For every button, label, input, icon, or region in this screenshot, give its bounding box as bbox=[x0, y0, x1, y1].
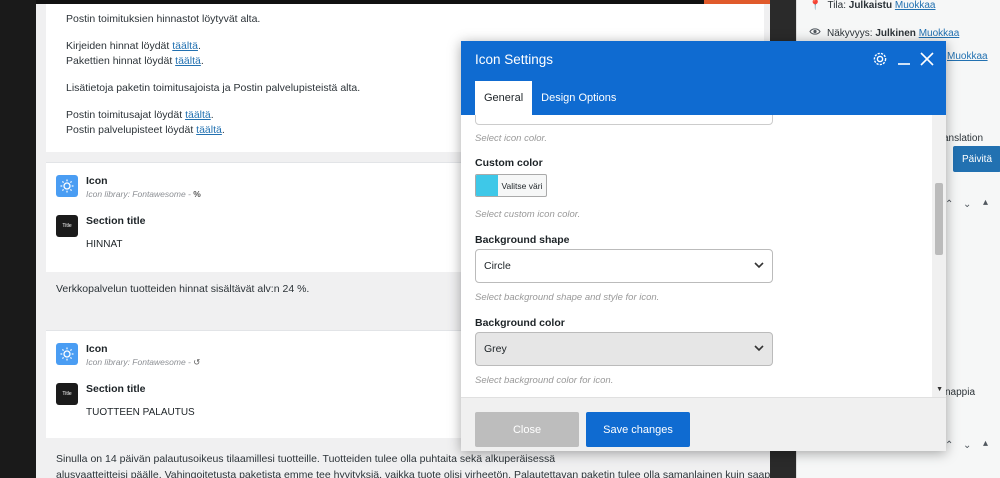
title-icon: Title bbox=[56, 383, 78, 405]
visibility-line: Näkyvyys: Julkinen Muokkaa bbox=[809, 27, 959, 39]
pin-icon: 📍 bbox=[809, 0, 822, 11]
module-subtitle: Icon library: Fontawesome - ↺ bbox=[86, 357, 200, 368]
edit-link[interactable]: Muokkaa bbox=[947, 51, 988, 62]
module-subtitle: Icon library: Fontawesome - % bbox=[86, 189, 201, 199]
module-value: HINNAT bbox=[86, 239, 123, 250]
text: Postin palvelupisteet löydät bbox=[66, 124, 197, 136]
close-button[interactable]: Close bbox=[475, 412, 579, 447]
tab-general[interactable]: General bbox=[475, 81, 533, 115]
triangle-icon[interactable]: ▴ bbox=[983, 438, 988, 449]
module-title: Section title bbox=[86, 215, 146, 227]
icon-module[interactable]: Icon Icon library: Fontawesome - % bbox=[56, 175, 201, 199]
visibility-edit-link[interactable]: Muokkaa bbox=[919, 28, 960, 39]
chevron-down-icon bbox=[754, 260, 764, 272]
text-block: Postin toimituksien hinnastot löytyvät a… bbox=[66, 12, 360, 150]
chevron-down-icon[interactable]: ⌄ bbox=[963, 199, 971, 210]
icon-settings-modal: Icon Settings General Design Options Sel… bbox=[461, 41, 946, 451]
hint-bg-color: Select background color for icon. bbox=[475, 375, 614, 386]
bg-shape-select[interactable]: Circle bbox=[475, 249, 773, 283]
icon-color-select[interactable] bbox=[475, 115, 773, 125]
modal-controls bbox=[872, 51, 934, 67]
sun-icon bbox=[56, 343, 78, 365]
paragraph: Kirjeiden hinnat löydät täältä. Pakettie… bbox=[66, 40, 204, 67]
module-value: TUOTTEEN PALAUTUS bbox=[86, 407, 195, 418]
hint-icon-color: Select icon color. bbox=[475, 133, 547, 144]
minimize-icon[interactable] bbox=[897, 52, 911, 66]
paragraph: Postin toimitusajat löydät täältä. Posti… bbox=[66, 109, 225, 136]
scrollbar-thumb[interactable] bbox=[935, 183, 943, 255]
text: Kirjeiden hinnat löydät bbox=[66, 40, 173, 52]
module-subtitle-text: Icon library: Fontawesome - bbox=[86, 357, 194, 367]
return-line: Sinulla on 14 päivän palautusoikeus tila… bbox=[56, 451, 766, 467]
third-line: Muokkaa bbox=[947, 51, 988, 62]
bg-shape-label: Background shape bbox=[475, 234, 570, 246]
triangle-icon[interactable]: ▴ bbox=[983, 197, 988, 208]
bg-color-label: Background color bbox=[475, 317, 565, 329]
undo-icon: ↺ bbox=[193, 357, 201, 367]
modal-body: Select icon color. Custom color Valitse … bbox=[461, 115, 946, 397]
status-label: Tila: bbox=[827, 0, 849, 11]
gear-icon[interactable] bbox=[872, 51, 888, 67]
chevron-down-icon bbox=[754, 343, 764, 355]
modal-header: Icon Settings General Design Options bbox=[461, 41, 946, 115]
paragraph: Lisätietoja paketin toimitusajoista ja P… bbox=[66, 82, 361, 94]
save-changes-button[interactable]: Save changes bbox=[586, 412, 690, 447]
parcels-price-link[interactable]: täältä bbox=[175, 55, 201, 67]
text: Postin toimitusajat löydät bbox=[66, 109, 186, 121]
module-title: Icon bbox=[86, 175, 108, 187]
chevron-up-icon[interactable]: ⌃ bbox=[945, 440, 953, 451]
visibility-label: Näkyvyys: bbox=[827, 27, 876, 39]
visibility-value: Julkinen bbox=[875, 27, 916, 39]
bg-shape-value: Circle bbox=[484, 260, 511, 272]
chevron-up-icon[interactable]: ⌃ bbox=[945, 199, 953, 210]
section-title-module[interactable]: Title Section title TUOTTEEN PALAUTUS bbox=[56, 383, 195, 418]
status-edit-link[interactable]: Muokkaa bbox=[895, 0, 936, 11]
bg-color-select[interactable]: Grey bbox=[475, 332, 773, 366]
return-line-text-hidden: kuperäisessä bbox=[493, 453, 556, 465]
return-text: Sinulla on 14 päivän palautusoikeus tila… bbox=[56, 451, 770, 478]
modal-footer: Close Save changes bbox=[461, 397, 946, 451]
module-title: Section title bbox=[86, 383, 146, 395]
tab-design-options[interactable]: Design Options bbox=[532, 81, 625, 115]
color-picker-label: Valitse väri bbox=[501, 180, 543, 191]
delivery-link[interactable]: täältä bbox=[185, 109, 211, 121]
bg-color-value: Grey bbox=[484, 343, 507, 355]
status-line: 📍 Tila: Julkaistu Muokkaa bbox=[809, 0, 935, 11]
eye-icon bbox=[809, 27, 821, 39]
module-title: Icon bbox=[86, 343, 108, 355]
close-icon[interactable] bbox=[920, 52, 934, 66]
percent-icon: % bbox=[193, 189, 201, 199]
section-title-module[interactable]: Title Section title HINNAT bbox=[56, 215, 146, 250]
chevron-down-icon[interactable]: ⌄ bbox=[963, 440, 971, 451]
hint-bg-shape: Select background shape and style for ic… bbox=[475, 292, 660, 303]
update-button[interactable]: Päivitä bbox=[953, 146, 1000, 172]
nappia-text: nappia bbox=[945, 387, 976, 398]
return-line: alusvaatteitteisi päälle. Vahingoitetust… bbox=[56, 469, 770, 478]
scroll-down-icon[interactable]: ▼ bbox=[936, 386, 943, 393]
modal-scrollbar[interactable]: ▼ bbox=[932, 115, 946, 397]
status-value: Julkaistu bbox=[848, 0, 893, 11]
vat-text: Verkkopalvelun tuotteiden hinnat sisältä… bbox=[56, 283, 310, 295]
service-points-link[interactable]: täältä bbox=[196, 124, 222, 136]
return-line-text: Sinulla on 14 päivän palautusoikeus tila… bbox=[56, 453, 494, 465]
hint-custom-color: Select custom icon color. bbox=[475, 209, 581, 220]
color-picker-button[interactable]: Valitse väri bbox=[475, 174, 547, 197]
color-swatch bbox=[476, 175, 498, 196]
letters-price-link[interactable]: täältä bbox=[172, 40, 198, 52]
paragraph: Postin toimituksien hinnastot löytyvät a… bbox=[66, 13, 261, 25]
translation-label: anslation bbox=[943, 133, 984, 144]
text: Pakettien hinnat löydät bbox=[66, 55, 176, 67]
title-icon: Title bbox=[56, 215, 78, 237]
icon-module[interactable]: Icon Icon library: Fontawesome - ↺ bbox=[56, 343, 200, 368]
modal-title: Icon Settings bbox=[475, 52, 554, 67]
left-gutter bbox=[0, 0, 36, 478]
sun-icon bbox=[56, 175, 78, 197]
module-subtitle-text: Icon library: Fontawesome - bbox=[86, 189, 194, 199]
modal-tabs: General Design Options bbox=[475, 81, 625, 115]
custom-color-label: Custom color bbox=[475, 157, 543, 169]
